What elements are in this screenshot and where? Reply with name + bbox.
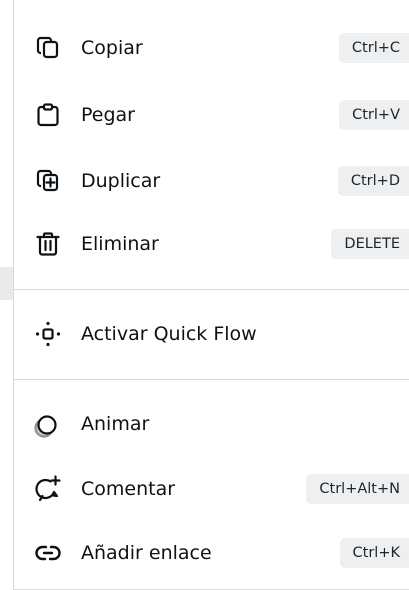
copy-icon <box>33 33 63 63</box>
menu-item-label: Pegar <box>81 104 135 126</box>
shortcut-badge: Ctrl+C <box>338 33 409 63</box>
menu-item-paste[interactable]: Pegar Ctrl+V <box>14 88 409 142</box>
menu-item-label: Duplicar <box>81 170 161 192</box>
menu-item-label: Activar Quick Flow <box>81 323 257 345</box>
comment-add-icon <box>33 474 63 504</box>
shortcut-badge: Ctrl+V <box>339 100 409 130</box>
menu-item-label: Animar <box>81 413 150 435</box>
menu-item-duplicate[interactable]: Duplicar Ctrl+D <box>14 154 409 208</box>
menu-item-quick-flow[interactable]: Activar Quick Flow <box>14 307 409 361</box>
menu-item-label: Añadir enlace <box>81 542 212 564</box>
shortcut-badge: Ctrl+D <box>337 166 409 196</box>
trash-icon <box>33 229 63 259</box>
animate-icon <box>33 409 63 439</box>
quick-flow-icon <box>33 319 63 349</box>
context-menu: Copiar Ctrl+C Pegar Ctrl+V Duplicar Ctrl… <box>13 0 409 590</box>
paste-icon <box>33 100 63 130</box>
menu-divider <box>14 289 409 290</box>
menu-item-label: Eliminar <box>81 233 159 255</box>
menu-item-label: Comentar <box>81 478 176 500</box>
menu-divider <box>14 379 409 380</box>
shortcut-badge: Ctrl+Alt+N <box>306 474 409 504</box>
shortcut-badge: Ctrl+K <box>339 538 409 568</box>
background-canvas <box>0 0 14 590</box>
duplicate-icon <box>33 166 63 196</box>
shortcut-badge: DELETE <box>331 229 409 259</box>
menu-item-comment[interactable]: Comentar Ctrl+Alt+N <box>14 462 409 516</box>
menu-item-label: Copiar <box>81 37 143 59</box>
menu-item-delete[interactable]: Eliminar DELETE <box>14 217 409 271</box>
menu-item-copy[interactable]: Copiar Ctrl+C <box>14 21 409 75</box>
background-tab <box>0 267 14 300</box>
menu-item-add-link[interactable]: Añadir enlace Ctrl+K <box>14 526 409 580</box>
link-icon <box>33 538 63 568</box>
menu-item-animate[interactable]: Animar <box>14 397 409 451</box>
